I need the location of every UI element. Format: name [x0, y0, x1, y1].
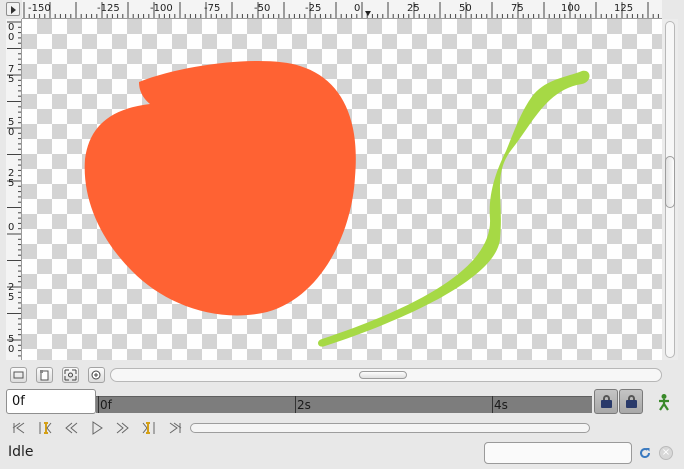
toggle-onion-skin-button[interactable]	[36, 367, 53, 383]
refresh-icon[interactable]	[638, 446, 652, 460]
frame-scrollbar[interactable]	[190, 423, 590, 433]
status-bar: Idle ×	[0, 440, 684, 469]
horizontal-scroll-thumb[interactable]	[359, 371, 407, 379]
stop-render-icon[interactable]: ×	[659, 446, 673, 460]
seek-prev-frame-icon[interactable]	[62, 419, 80, 437]
ruler-label: 25	[407, 3, 420, 14]
past-keyframes-lock-button[interactable]	[594, 389, 618, 414]
ruler-label: 0	[8, 344, 15, 355]
current-time-field[interactable]: 0f	[6, 389, 96, 414]
seek-next-frame-icon[interactable]	[114, 419, 132, 437]
prev-keyframe-icon[interactable]	[36, 419, 54, 437]
ruler-label: 75	[511, 3, 524, 14]
green-stroke-shape[interactable]	[318, 70, 590, 347]
vertical-scrollbar[interactable]	[662, 19, 678, 360]
ruler-label: 125	[614, 3, 634, 14]
time-tick	[295, 396, 296, 413]
next-keyframe-icon[interactable]	[140, 419, 158, 437]
time-label: 0f	[100, 398, 112, 412]
vertical-scroll-thumb[interactable]	[665, 156, 675, 208]
ruler-label: 0	[354, 3, 361, 14]
play-icon[interactable]	[88, 419, 106, 437]
ruler-label: -100	[150, 3, 173, 14]
ruler-label: -125	[97, 3, 120, 14]
guides-icon	[13, 371, 24, 379]
time-row: 0f 0f 2s 4s	[0, 388, 684, 416]
drawing-canvas[interactable]	[22, 19, 662, 360]
ruler-label: -150	[28, 3, 51, 14]
synfig-canvas-window: -150 -125 -100 -75 -50 -25 0 25 50 75 10…	[0, 0, 684, 469]
zoom-100-button[interactable]	[88, 367, 105, 383]
time-label: 2s	[297, 398, 311, 412]
zoom-fit-icon	[64, 369, 77, 381]
time-tick	[492, 396, 493, 413]
page-icon	[40, 370, 49, 381]
zoom-icon	[91, 370, 101, 380]
ruler-label: -50	[254, 3, 271, 14]
ruler-label: 100	[561, 3, 581, 14]
time-label: 4s	[494, 398, 508, 412]
transport-controls	[0, 416, 684, 440]
ruler-label: 0	[8, 222, 15, 233]
status-progress-field	[484, 442, 632, 464]
ruler-label: 0	[8, 32, 15, 43]
horizontal-ruler: -150 -125 -100 -75 -50 -25 0 25 50 75 10…	[22, 0, 662, 19]
toggle-guides-button[interactable]	[10, 367, 27, 383]
future-keyframes-lock-button[interactable]	[619, 389, 643, 414]
time-tick	[98, 396, 99, 413]
ruler-label: 50	[459, 3, 472, 14]
orange-blob-shape[interactable]	[84, 61, 356, 316]
zoom-fit-button[interactable]	[62, 367, 79, 383]
ruler-label: -25	[305, 3, 322, 14]
seek-end-icon[interactable]	[166, 419, 184, 437]
horizontal-scrollbar[interactable]	[110, 368, 662, 382]
time-cursor-marker-icon	[365, 11, 371, 16]
vertical-ruler: 0 0 7 5 5 0 2 5 0 2 5 5 0	[6, 19, 22, 360]
seek-begin-icon[interactable]	[10, 419, 28, 437]
status-text: Idle	[8, 444, 34, 460]
ruler-label: 0	[8, 127, 15, 138]
canvas-menu-button[interactable]	[6, 2, 20, 16]
ruler-label: 5	[8, 178, 15, 189]
ruler-label: 5	[8, 292, 15, 303]
animation-mode-icon[interactable]	[655, 393, 673, 411]
timebar-track[interactable]: 0f 2s 4s	[96, 396, 592, 413]
ruler-label: 5	[8, 74, 15, 85]
canvas-toolbar	[0, 362, 684, 388]
canvas-artwork	[84, 61, 590, 347]
ruler-label: -75	[204, 3, 221, 14]
